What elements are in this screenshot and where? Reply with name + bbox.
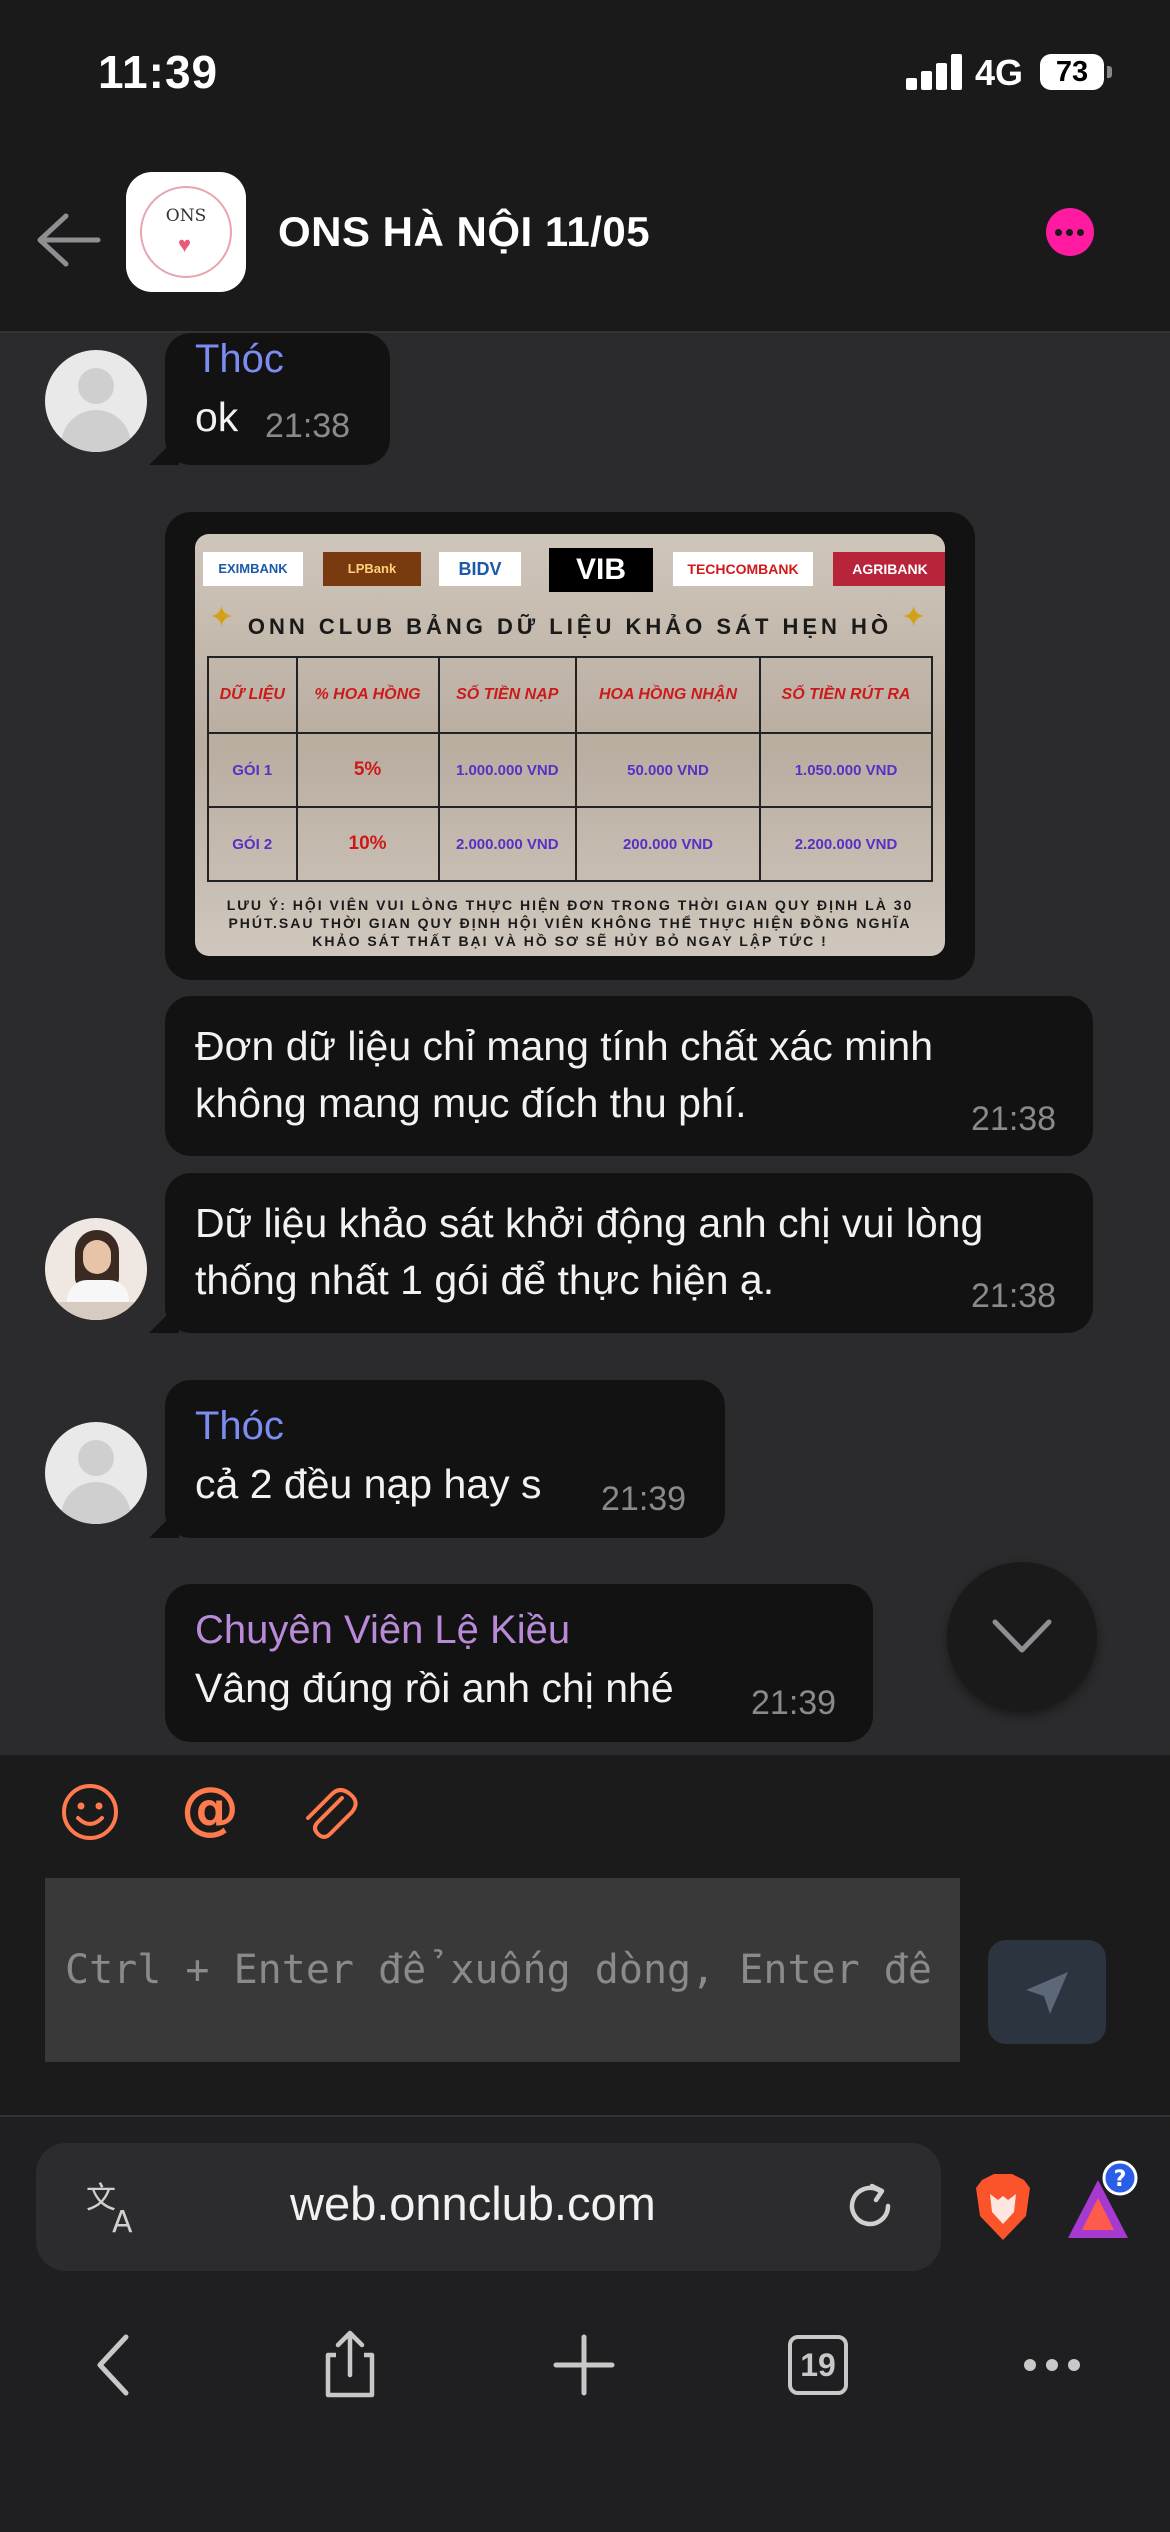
url-text[interactable]: web.onnclub.com [290, 2176, 656, 2231]
bank-logo: BIDV [439, 552, 521, 586]
avatar[interactable] [45, 1422, 147, 1524]
table-header: SỐ TIỀN RÚT RA [759, 656, 933, 734]
avatar[interactable] [45, 1218, 147, 1320]
send-icon [1026, 1972, 1068, 2014]
bank-logo: TECHCOMBANK [673, 552, 813, 586]
table-cell: 2.200.000 VND [759, 806, 933, 882]
translate-icon[interactable]: 文 A [84, 2178, 144, 2236]
tabs-button[interactable]: 19 [778, 2325, 858, 2405]
message-time: 21:39 [751, 1684, 837, 1722]
message-bubble: Đơn dữ liệu chỉ mang tính chất xác minh … [165, 996, 1093, 1156]
message-text: Vâng đúng rồi anh chị nhé [195, 1665, 674, 1711]
message-sender[interactable]: Chuyên Viên Lệ Kiều [195, 1608, 570, 1653]
table-cell: GÓI 2 [207, 806, 298, 882]
brave-rewards-icon[interactable]: ? [1064, 2160, 1144, 2244]
svg-text:A: A [112, 2205, 133, 2236]
table-cell: 5% [295, 732, 440, 808]
bank-logo: LPBank [323, 552, 421, 586]
bank-logo: VIB [549, 548, 653, 592]
survey-table: DỮ LIỆU % HOA HỒNG SỐ TIỀN NẠP HOA HỒNG … [207, 656, 933, 882]
bank-logos: EXIMBANK LPBank BIDV VIB TECHCOMBANK AGR… [203, 546, 945, 594]
survey-note: LƯU Ý: HỘI VIÊN VUI LÒNG THỰC HIỆN ĐƠN T… [226, 897, 914, 949]
group-avatar[interactable]: ONS ♥ [126, 172, 246, 292]
table-header: DỮ LIỆU [207, 656, 298, 734]
table-cell: 50.000 VND [574, 732, 762, 808]
message-time: 21:39 [601, 1480, 687, 1518]
menu-icon[interactable] [1012, 2325, 1092, 2405]
table-cell: 200.000 VND [574, 806, 762, 882]
message-bubble: Thóc cả 2 đều nạp hay s 21:39 [149, 1380, 725, 1538]
message-text: cả 2 đều nạp hay s [195, 1461, 542, 1507]
chat-title[interactable]: ONS HÀ NỘI 11/05 [278, 208, 650, 256]
svg-text:?: ? [1114, 2167, 1127, 2192]
table-header: % HOA HỒNG [295, 656, 440, 734]
table-cell: 1.000.000 VND [437, 732, 577, 808]
message-bubble: Chuyên Viên Lệ Kiều Vâng đúng rồi anh ch… [165, 1584, 873, 1742]
table-cell: 10% [295, 806, 440, 882]
chat-header: ONS ♥ ONS HÀ NỘI 11/05 [0, 150, 1170, 333]
table-header: HOA HỒNG NHẬN [574, 656, 762, 734]
message-bubble: Thóc ok 21:38 [149, 333, 390, 465]
brave-shield-icon[interactable] [972, 2172, 1034, 2242]
back-arrow-icon[interactable] [32, 210, 102, 270]
message-input[interactable] [45, 1878, 960, 2062]
status-bar: 11:39 4G 73 [0, 0, 1170, 150]
network-type: 4G [975, 52, 1024, 93]
battery-icon: 73 [1040, 54, 1112, 90]
mention-icon[interactable]: @ [178, 1780, 242, 1844]
table-header: SỐ TIỀN NẠP [437, 656, 577, 734]
svg-text:@: @ [181, 1780, 239, 1842]
message-text: Đơn dữ liệu chỉ mang tính chất xác minh … [195, 1023, 934, 1126]
table-cell: 2.000.000 VND [437, 806, 577, 882]
message-bubble: Dữ liệu khảo sát khởi động anh chị vui l… [149, 1173, 1093, 1333]
message-text: ok [195, 394, 239, 440]
emoji-icon[interactable] [58, 1780, 122, 1844]
survey-image[interactable]: EXIMBANK LPBank BIDV VIB TECHCOMBANK AGR… [195, 534, 945, 956]
message-text: Dữ liệu khảo sát khởi động anh chị vui l… [195, 1200, 984, 1303]
message-sender[interactable]: Thóc [195, 337, 284, 382]
nav-back-icon[interactable] [76, 2325, 156, 2405]
avatar[interactable] [45, 350, 147, 452]
reload-icon[interactable] [842, 2178, 898, 2234]
table-row: GÓI 2 10% 2.000.000 VND 200.000 VND 2.20… [207, 806, 933, 882]
tab-count: 19 [788, 2335, 848, 2395]
table-cell: GÓI 1 [207, 732, 298, 808]
status-time: 11:39 [98, 46, 219, 98]
send-button[interactable] [988, 1940, 1106, 2044]
message-time: 21:38 [971, 1277, 1057, 1315]
survey-title: ONN CLUB BẢNG DỮ LIỆU KHẢO SÁT HẸN HÒ [247, 614, 893, 639]
bank-logo: AGRIBANK [833, 552, 945, 586]
table-cell: 1.050.000 VND [759, 732, 933, 808]
table-row: GÓI 1 5% 1.000.000 VND 50.000 VND 1.050.… [207, 732, 933, 808]
image-message[interactable]: EXIMBANK LPBank BIDV VIB TECHCOMBANK AGR… [165, 512, 975, 980]
cellular-signal-icon [906, 54, 964, 90]
bank-logo: EXIMBANK [203, 552, 303, 586]
attachment-icon[interactable] [296, 1782, 360, 1846]
message-sender[interactable]: Thóc [195, 1404, 284, 1449]
message-time: 21:38 [971, 1100, 1057, 1138]
new-tab-icon[interactable] [544, 2325, 624, 2405]
more-options-icon[interactable] [1046, 208, 1094, 256]
scroll-to-bottom-button[interactable] [947, 1562, 1097, 1712]
message-time: 21:38 [265, 407, 351, 445]
chevron-down-icon [992, 1619, 1052, 1653]
share-icon[interactable] [310, 2325, 390, 2405]
